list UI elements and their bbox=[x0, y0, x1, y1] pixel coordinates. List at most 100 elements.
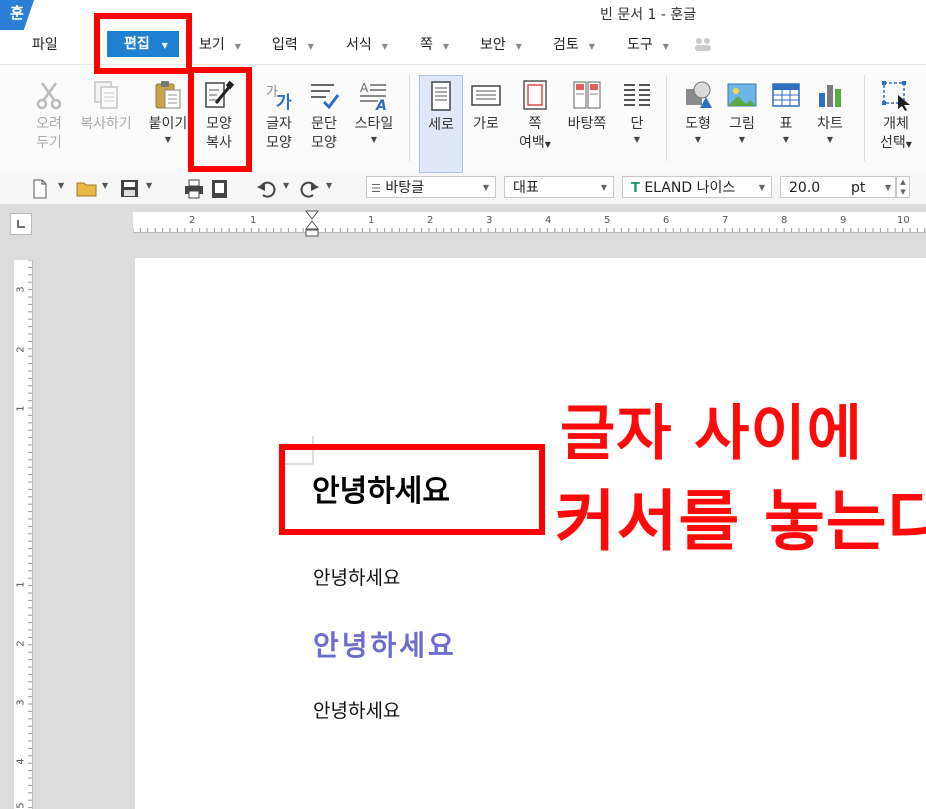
chevron-down-icon[interactable]: ▼ bbox=[58, 181, 64, 201]
landscape-button[interactable]: 가로 bbox=[466, 65, 506, 134]
chevron-down-icon: ▼ bbox=[234, 42, 241, 51]
menu-file[interactable]: 파일 bbox=[32, 34, 58, 54]
ruler-label: 7 bbox=[722, 215, 729, 226]
para-shape-button[interactable]: 문단 모양 bbox=[303, 65, 345, 153]
print-icon[interactable] bbox=[184, 179, 204, 199]
page-margin-icon bbox=[523, 80, 547, 110]
menu-tools[interactable]: 도구 ▼ bbox=[627, 34, 669, 54]
highlight-edit-menu bbox=[94, 13, 192, 74]
picture-icon bbox=[727, 83, 757, 107]
ribbon-divider bbox=[666, 75, 667, 161]
cut-label-1: 오려 bbox=[36, 116, 62, 132]
menu-view[interactable]: 보기 ▼ bbox=[199, 34, 241, 54]
chevron-down-icon: ▼ bbox=[381, 42, 388, 51]
chevron-down-icon: ▼ bbox=[588, 42, 595, 51]
font-size-spinner[interactable]: ▲ ▼ bbox=[896, 176, 910, 198]
chart-label: 차트 bbox=[817, 116, 843, 132]
chevron-down-icon: ▼ bbox=[600, 183, 607, 192]
master-page-label: 바탕쪽 bbox=[567, 116, 607, 132]
object-select-icon bbox=[882, 81, 910, 111]
ruler-label: 3 bbox=[15, 699, 27, 706]
ruler-label: 6 bbox=[663, 215, 670, 226]
paragraph-style-icon: ☰ bbox=[371, 182, 381, 195]
style-select[interactable]: ☰ 바탕글 ▼ bbox=[366, 176, 496, 198]
landscape-page-icon bbox=[471, 85, 501, 106]
shape-label: 도형 bbox=[685, 116, 711, 132]
horizontal-ruler[interactable]: 2 1 1 2 3 4 5 6 7 8 9 10 bbox=[133, 210, 926, 237]
chevron-down-icon: ▼ bbox=[758, 183, 765, 192]
char-shape-label-1: 글자 bbox=[266, 116, 292, 132]
chevron-down-icon[interactable]: ▼ bbox=[102, 181, 108, 201]
char-shape-button[interactable]: 가 가 글자 모양 bbox=[258, 65, 300, 153]
collaboration-icon[interactable] bbox=[692, 36, 714, 52]
svg-text:가: 가 bbox=[276, 93, 292, 111]
paste-button[interactable]: 붙이기 ▼ bbox=[143, 65, 193, 145]
tab-stop-selector[interactable] bbox=[10, 213, 32, 235]
menu-insert[interactable]: 입력 ▼ bbox=[272, 34, 314, 54]
page-margin-label-1: 쪽 bbox=[528, 116, 542, 132]
menu-security[interactable]: 보안 ▼ bbox=[480, 34, 522, 54]
columns-button[interactable]: 단 ▼ bbox=[618, 65, 656, 145]
bar-chart-icon bbox=[819, 85, 841, 107]
chevron-down-icon[interactable]: ▼ bbox=[283, 181, 289, 201]
copy-label: 복사하기 bbox=[80, 116, 132, 132]
svg-text:A: A bbox=[375, 98, 387, 111]
font-size-field[interactable]: 20.0 pt ▼ bbox=[780, 176, 896, 198]
ruler-label: 3 bbox=[486, 215, 493, 226]
object-select-label-2: 선택 bbox=[880, 135, 906, 151]
para-shape-label-2: 모양 bbox=[311, 135, 337, 151]
columns-label: 단 bbox=[630, 116, 644, 132]
truetype-font-icon: T bbox=[631, 181, 640, 196]
undo-icon[interactable] bbox=[256, 179, 276, 199]
table-label: 표 bbox=[779, 116, 793, 132]
formatting-toolbar: ▼ ▼ ▼ ▼ ▼ ☰ 바탕글 ▼ 대표 ▼ T ELAND 나이스 ▼ 20.… bbox=[0, 173, 926, 205]
vertical-ruler[interactable]: 3 2 1 1 2 3 4 5 bbox=[14, 260, 33, 809]
menu-page[interactable]: 쪽 ▼ bbox=[420, 34, 449, 54]
para-shape-icon bbox=[311, 84, 340, 110]
ruler-label: 5 bbox=[604, 215, 611, 226]
save-icon[interactable] bbox=[120, 179, 140, 199]
chevron-down-icon[interactable]: ▼ bbox=[146, 181, 152, 201]
menu-format[interactable]: 서식 ▼ bbox=[346, 34, 388, 54]
portrait-button[interactable]: 세로 bbox=[419, 75, 463, 173]
chevron-down-icon: ▼ bbox=[442, 42, 450, 51]
clipboard-icon bbox=[155, 81, 181, 109]
font-size-value: 20.0 bbox=[789, 180, 821, 196]
ruler-label: 1 bbox=[15, 405, 27, 412]
new-document-icon[interactable] bbox=[32, 179, 48, 199]
font-select[interactable]: T ELAND 나이스 ▼ bbox=[622, 176, 772, 198]
window-title: 빈 문서 1 - 훈글 bbox=[600, 7, 697, 23]
ruler-label: 9 bbox=[840, 215, 847, 226]
ruler-label: 1 bbox=[368, 215, 375, 226]
shape-icon bbox=[686, 81, 712, 108]
annotation-text: 커서를 놓는다 bbox=[555, 483, 926, 560]
cut-button[interactable]: 오려 두기 bbox=[28, 65, 70, 153]
print-preview-icon[interactable] bbox=[210, 179, 230, 199]
menu-security-label: 보안 bbox=[480, 37, 506, 53]
ruler-label: 3 bbox=[15, 286, 27, 293]
open-folder-icon[interactable] bbox=[76, 179, 98, 199]
page-margin-button[interactable]: 쪽 여백▼ bbox=[514, 65, 556, 154]
chevron-down-icon: ▼ bbox=[782, 135, 790, 144]
menu-review[interactable]: 검토 ▼ bbox=[553, 34, 595, 54]
style-select-value: 바탕글 bbox=[385, 180, 424, 196]
indent-marker-icon[interactable] bbox=[305, 210, 319, 238]
table-button[interactable]: 표 ▼ bbox=[768, 65, 804, 145]
copy-button[interactable]: 복사하기 bbox=[76, 65, 136, 134]
picture-button[interactable]: 그림 ▼ bbox=[722, 65, 762, 145]
document-line[interactable]: 안녕하세요 bbox=[313, 563, 400, 590]
document-line[interactable]: 안녕하세요 bbox=[313, 624, 457, 664]
master-page-button[interactable]: 바탕쪽 bbox=[562, 65, 612, 134]
document-line[interactable]: 안녕하세요 bbox=[313, 696, 400, 723]
redo-icon[interactable] bbox=[300, 179, 320, 199]
chevron-down-icon: ▼ bbox=[694, 135, 702, 144]
ruler-label: 4 bbox=[15, 758, 27, 765]
style-button[interactable]: A A 스타일 ▼ bbox=[350, 65, 398, 145]
language-select[interactable]: 대표 ▼ bbox=[504, 176, 614, 198]
object-select-button[interactable]: 개체 선택▼ bbox=[874, 65, 918, 154]
chart-button[interactable]: 차트 ▼ bbox=[810, 65, 850, 145]
shape-button[interactable]: 도형 ▼ bbox=[678, 65, 718, 145]
paste-label: 붙이기 bbox=[148, 116, 188, 132]
chevron-down-icon[interactable]: ▼ bbox=[326, 181, 332, 201]
portrait-page-icon bbox=[431, 81, 451, 111]
